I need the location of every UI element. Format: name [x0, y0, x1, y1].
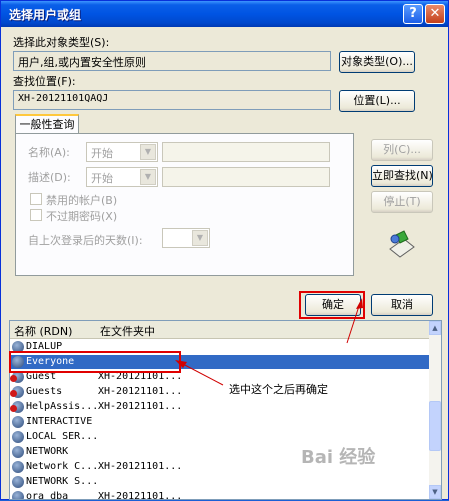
arrow-to-everyone-icon	[175, 360, 224, 386]
arrow-to-ok-icon	[346, 298, 363, 344]
annotation-text: 选中这个之后再确定	[229, 383, 328, 396]
select-users-dialog: 选择用户或组 ? ✕ 选择此对象类型(S): 用户,组,或内置安全性原则 对象类…	[0, 0, 449, 500]
annotation-arrows	[175, 298, 363, 386]
watermark-text: Bai 经验	[301, 447, 376, 468]
